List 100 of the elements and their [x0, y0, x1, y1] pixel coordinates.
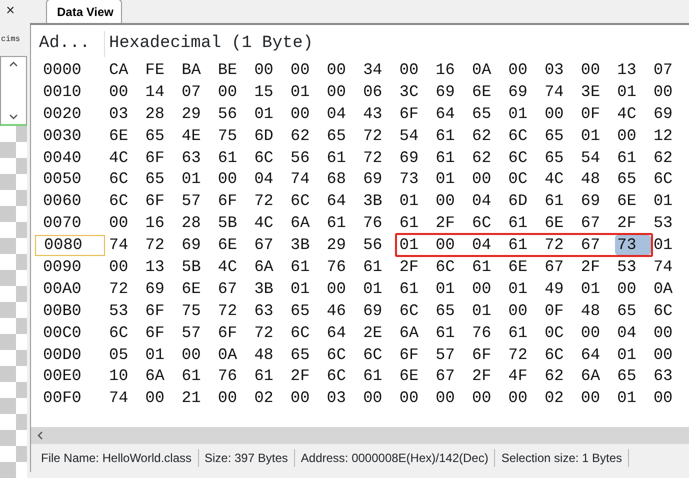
- byte-cell[interactable]: 61: [288, 256, 325, 277]
- byte-cell[interactable]: 4C: [252, 213, 288, 234]
- byte-cell[interactable]: 00: [288, 60, 325, 80]
- byte-cell[interactable]: 00: [216, 388, 252, 408]
- byte-cell[interactable]: 2F: [578, 256, 616, 277]
- byte-cell[interactable]: 00: [107, 82, 144, 102]
- byte-cell[interactable]: 6E: [397, 366, 434, 386]
- byte-cell[interactable]: 00: [324, 278, 362, 299]
- byte-cell[interactable]: 28: [180, 213, 216, 234]
- byte-cell[interactable]: 61: [542, 191, 579, 212]
- byte-cell[interactable]: 00: [288, 388, 325, 408]
- close-button[interactable]: ×: [0, 0, 27, 26]
- byte-cell[interactable]: 01: [180, 169, 216, 190]
- byte-cell[interactable]: 6C: [397, 300, 434, 321]
- byte-cell[interactable]: 6C: [542, 344, 579, 365]
- byte-cell[interactable]: 72: [107, 278, 144, 299]
- byte-cell[interactable]: 76: [361, 213, 398, 234]
- byte-cell[interactable]: 53: [651, 213, 688, 234]
- byte-cell[interactable]: 5B: [180, 256, 216, 277]
- byte-cell[interactable]: 01: [288, 82, 325, 102]
- byte-cell[interactable]: 01: [288, 278, 325, 299]
- byte-cell[interactable]: 48: [578, 169, 616, 190]
- byte-cell[interactable]: 00: [107, 256, 144, 277]
- byte-cell[interactable]: 07: [651, 60, 688, 80]
- byte-cell[interactable]: 76: [470, 322, 506, 343]
- byte-cell[interactable]: 01: [252, 104, 288, 124]
- byte-cell[interactable]: 0A: [470, 60, 506, 80]
- byte-cell[interactable]: 00: [651, 322, 688, 343]
- byte-cell[interactable]: 00: [470, 278, 506, 299]
- byte-cell[interactable]: 4C: [107, 148, 144, 168]
- byte-cell[interactable]: 0C: [506, 169, 543, 190]
- byte-cell[interactable]: 00: [470, 169, 506, 190]
- byte-cell[interactable]: 6A: [578, 366, 616, 386]
- byte-cell[interactable]: 6C: [107, 169, 144, 190]
- byte-cell[interactable]: 6E: [542, 213, 579, 234]
- byte-cell[interactable]: 61: [324, 213, 362, 234]
- byte-cell[interactable]: 01: [397, 235, 434, 256]
- byte-cell[interactable]: 72: [216, 300, 252, 321]
- byte-cell[interactable]: 49: [542, 278, 579, 299]
- byte-cell[interactable]: 04: [470, 235, 506, 256]
- byte-cell[interactable]: 00: [107, 213, 144, 234]
- byte-cell[interactable]: 00: [578, 322, 616, 343]
- byte-cell[interactable]: 6F: [470, 344, 506, 365]
- byte-cell[interactable]: 61: [361, 366, 398, 386]
- byte-cell[interactable]: 00: [180, 344, 216, 365]
- byte-cell[interactable]: 03: [542, 60, 579, 80]
- byte-cell[interactable]: 01: [651, 235, 688, 256]
- byte-cell[interactable]: 61: [361, 256, 398, 277]
- byte-cell[interactable]: 64: [324, 322, 362, 343]
- byte-cell[interactable]: 62: [470, 126, 506, 146]
- byte-cell[interactable]: 05: [107, 344, 144, 365]
- byte-cell[interactable]: 01: [615, 344, 652, 365]
- byte-cell[interactable]: 57: [434, 344, 470, 365]
- byte-cell[interactable]: 03: [107, 104, 144, 124]
- byte-cell[interactable]: 6C: [288, 322, 325, 343]
- byte-cell[interactable]: 68: [324, 169, 362, 190]
- byte-cell[interactable]: 2F: [397, 256, 434, 277]
- byte-cell[interactable]: 61: [434, 322, 470, 343]
- byte-cell[interactable]: 53: [107, 300, 144, 321]
- byte-cell[interactable]: 3B: [252, 278, 288, 299]
- byte-cell[interactable]: 62: [288, 126, 325, 146]
- byte-cell[interactable]: 01: [578, 126, 616, 146]
- byte-cell[interactable]: 69: [578, 191, 616, 212]
- byte-cell[interactable]: 43: [361, 104, 398, 124]
- byte-cell[interactable]: 2F: [615, 213, 652, 234]
- byte-cell[interactable]: 00: [542, 104, 579, 124]
- byte-cell[interactable]: 65: [143, 169, 180, 190]
- byte-cell[interactable]: 6E: [107, 126, 144, 146]
- byte-cell[interactable]: 00: [651, 388, 688, 408]
- byte-cell[interactable]: 6A: [288, 213, 325, 234]
- byte-cell[interactable]: 6C: [651, 169, 688, 190]
- byte-cell[interactable]: BE: [216, 60, 252, 80]
- scroll-up-icon[interactable]: [9, 61, 18, 67]
- byte-cell[interactable]: 00: [578, 60, 616, 80]
- byte-cell[interactable]: 61: [324, 148, 362, 168]
- byte-cell[interactable]: 63: [180, 148, 216, 168]
- byte-cell[interactable]: 6C: [252, 148, 288, 168]
- byte-cell[interactable]: 01: [506, 278, 543, 299]
- byte-cell[interactable]: 00: [434, 191, 470, 212]
- byte-cell[interactable]: CA: [107, 60, 144, 80]
- byte-cell[interactable]: 73: [615, 235, 652, 256]
- byte-cell[interactable]: 01: [506, 104, 543, 124]
- byte-cell[interactable]: 54: [397, 126, 434, 146]
- byte-cell[interactable]: 01: [651, 191, 688, 212]
- byte-cell[interactable]: 02: [252, 388, 288, 408]
- byte-cell[interactable]: 53: [615, 256, 652, 277]
- byte-cell[interactable]: 00: [324, 60, 362, 80]
- byte-cell[interactable]: 6C: [470, 213, 506, 234]
- byte-cell[interactable]: 13: [143, 256, 180, 277]
- byte-cell[interactable]: 61: [506, 322, 543, 343]
- byte-cell[interactable]: 65: [143, 126, 180, 146]
- byte-cell[interactable]: 75: [180, 300, 216, 321]
- byte-cell[interactable]: 6A: [252, 256, 288, 277]
- byte-cell[interactable]: 10: [107, 366, 144, 386]
- byte-cell[interactable]: 16: [434, 60, 470, 80]
- byte-cell[interactable]: 2F: [470, 366, 506, 386]
- byte-cell[interactable]: 01: [615, 82, 652, 102]
- byte-cell[interactable]: 00: [216, 169, 252, 190]
- byte-cell[interactable]: 72: [252, 191, 288, 212]
- scroll-left-icon[interactable]: [37, 431, 43, 440]
